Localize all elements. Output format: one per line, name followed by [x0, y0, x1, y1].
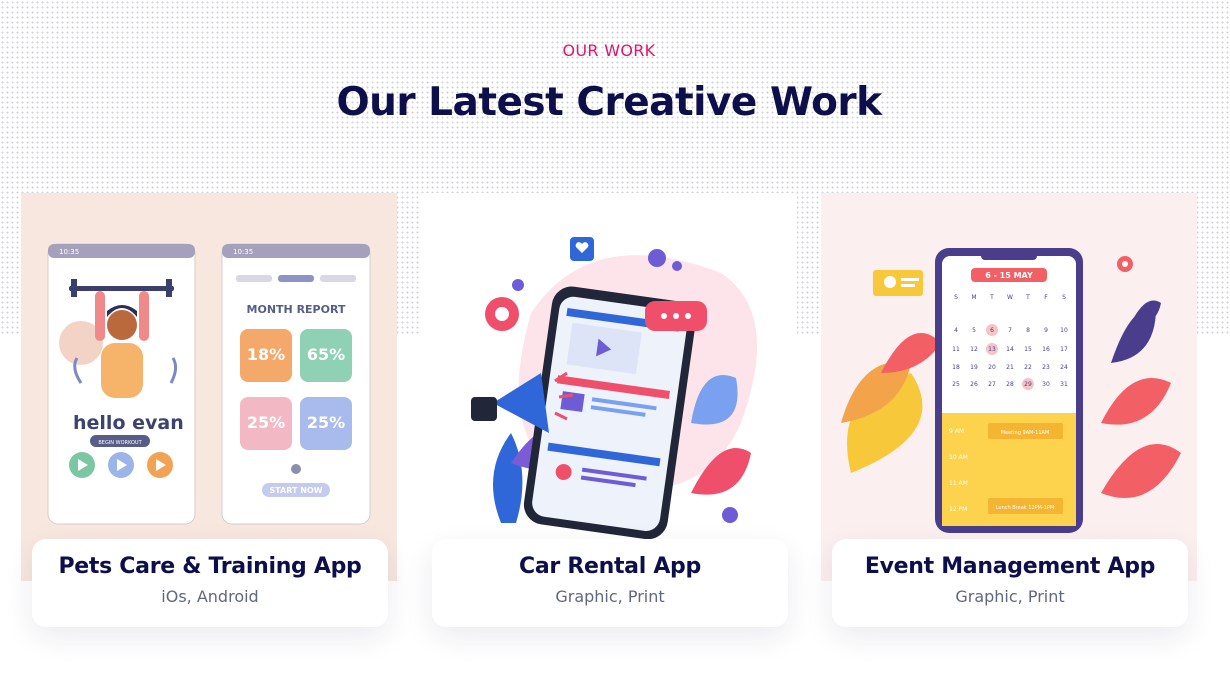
svg-text:8: 8 — [1026, 327, 1030, 334]
svg-text:10:35: 10:35 — [233, 248, 253, 256]
project-title[interactable]: Event Management App — [832, 554, 1188, 579]
svg-text:12: 12 — [970, 346, 978, 353]
svg-text:31: 31 — [1060, 381, 1068, 388]
svg-text:10:35: 10:35 — [59, 248, 79, 256]
svg-text:MONTH REPORT: MONTH REPORT — [247, 303, 346, 316]
svg-text:16: 16 — [1042, 346, 1050, 353]
project-image-pets-care[interactable]: 10:35 hello evan BEGIN WORKOUT 10:35 MON… — [21, 193, 397, 581]
svg-text:28: 28 — [1006, 381, 1014, 388]
svg-text:BEGIN WORKOUT: BEGIN WORKOUT — [98, 440, 142, 446]
fitness-app-illustration: 10:35 hello evan BEGIN WORKOUT 10:35 MON… — [21, 193, 397, 581]
project-card-event-management[interactable]: 6 - 15 MAY S M T W T F S 4 5 6 7 8 9 10 — [821, 193, 1197, 633]
svg-text:6 - 15 MAY: 6 - 15 MAY — [985, 271, 1033, 280]
svg-text:25: 25 — [952, 381, 960, 388]
svg-text:5: 5 — [972, 327, 976, 334]
section-title: Our Latest Creative Work — [336, 80, 882, 125]
project-title[interactable]: Car Rental App — [432, 554, 788, 579]
svg-text:Meeting 9AM-11AM: Meeting 9AM-11AM — [1001, 430, 1050, 436]
svg-text:S: S — [954, 294, 958, 301]
svg-text:27: 27 — [988, 381, 996, 388]
svg-text:Lunch Break 12PM-1PM: Lunch Break 12PM-1PM — [996, 505, 1055, 511]
svg-text:24: 24 — [1060, 364, 1068, 371]
svg-text:T: T — [1025, 294, 1030, 301]
svg-text:M: M — [971, 294, 976, 301]
svg-text:12 PM: 12 PM — [949, 506, 967, 513]
svg-text:11: 11 — [952, 346, 960, 353]
svg-text:6: 6 — [990, 327, 994, 334]
project-tags: Graphic, Print — [555, 587, 665, 606]
svg-text:15: 15 — [1024, 346, 1032, 353]
project-image-car-rental[interactable] — [421, 193, 797, 581]
svg-text:20: 20 — [988, 364, 996, 371]
project-caption: Event Management App Graphic, Print — [832, 539, 1188, 627]
project-card-car-rental[interactable]: Car Rental App Graphic, Print — [421, 193, 797, 633]
svg-text:29: 29 — [1024, 381, 1032, 388]
svg-text:26: 26 — [970, 381, 978, 388]
marketing-phone-illustration — [421, 193, 797, 581]
svg-text:22: 22 — [1024, 364, 1032, 371]
svg-text:S: S — [1062, 294, 1066, 301]
project-caption: Pets Care & Training App iOs, Android — [32, 539, 388, 627]
svg-text:18: 18 — [952, 364, 960, 371]
svg-text:9: 9 — [1044, 327, 1048, 334]
svg-text:START NOW: START NOW — [269, 486, 322, 495]
svg-text:23: 23 — [1042, 364, 1050, 371]
svg-text:10 AM: 10 AM — [949, 454, 968, 461]
svg-text:W: W — [1007, 294, 1013, 301]
svg-text:T: T — [989, 294, 994, 301]
svg-text:11 AM: 11 AM — [949, 480, 968, 487]
svg-text:30: 30 — [1042, 381, 1050, 388]
svg-text:19: 19 — [970, 364, 978, 371]
svg-text:hello evan: hello evan — [73, 412, 184, 434]
svg-text:7: 7 — [1008, 327, 1012, 334]
section-eyebrow: OUR WORK — [562, 41, 656, 60]
svg-text:25%: 25% — [307, 413, 345, 432]
svg-text:14: 14 — [1006, 346, 1014, 353]
svg-text:F: F — [1044, 294, 1048, 301]
project-title[interactable]: Pets Care & Training App — [32, 554, 388, 579]
project-tags: Graphic, Print — [955, 587, 1065, 606]
svg-text:17: 17 — [1060, 346, 1068, 353]
svg-text:9 AM: 9 AM — [949, 428, 964, 435]
svg-text:4: 4 — [954, 327, 958, 334]
svg-text:21: 21 — [1006, 364, 1014, 371]
project-caption: Car Rental App Graphic, Print — [432, 539, 788, 627]
project-tags: iOs, Android — [161, 587, 259, 606]
svg-text:10: 10 — [1060, 327, 1068, 334]
svg-text:25%: 25% — [247, 413, 285, 432]
project-card-pets-care[interactable]: 10:35 hello evan BEGIN WORKOUT 10:35 MON… — [21, 193, 397, 633]
calendar-phone-illustration: 6 - 15 MAY S M T W T F S 4 5 6 7 8 9 10 — [821, 193, 1197, 581]
svg-text:13: 13 — [988, 346, 996, 353]
svg-text:18%: 18% — [247, 345, 285, 364]
svg-text:65%: 65% — [307, 345, 345, 364]
project-image-event-management[interactable]: 6 - 15 MAY S M T W T F S 4 5 6 7 8 9 10 — [821, 193, 1197, 581]
